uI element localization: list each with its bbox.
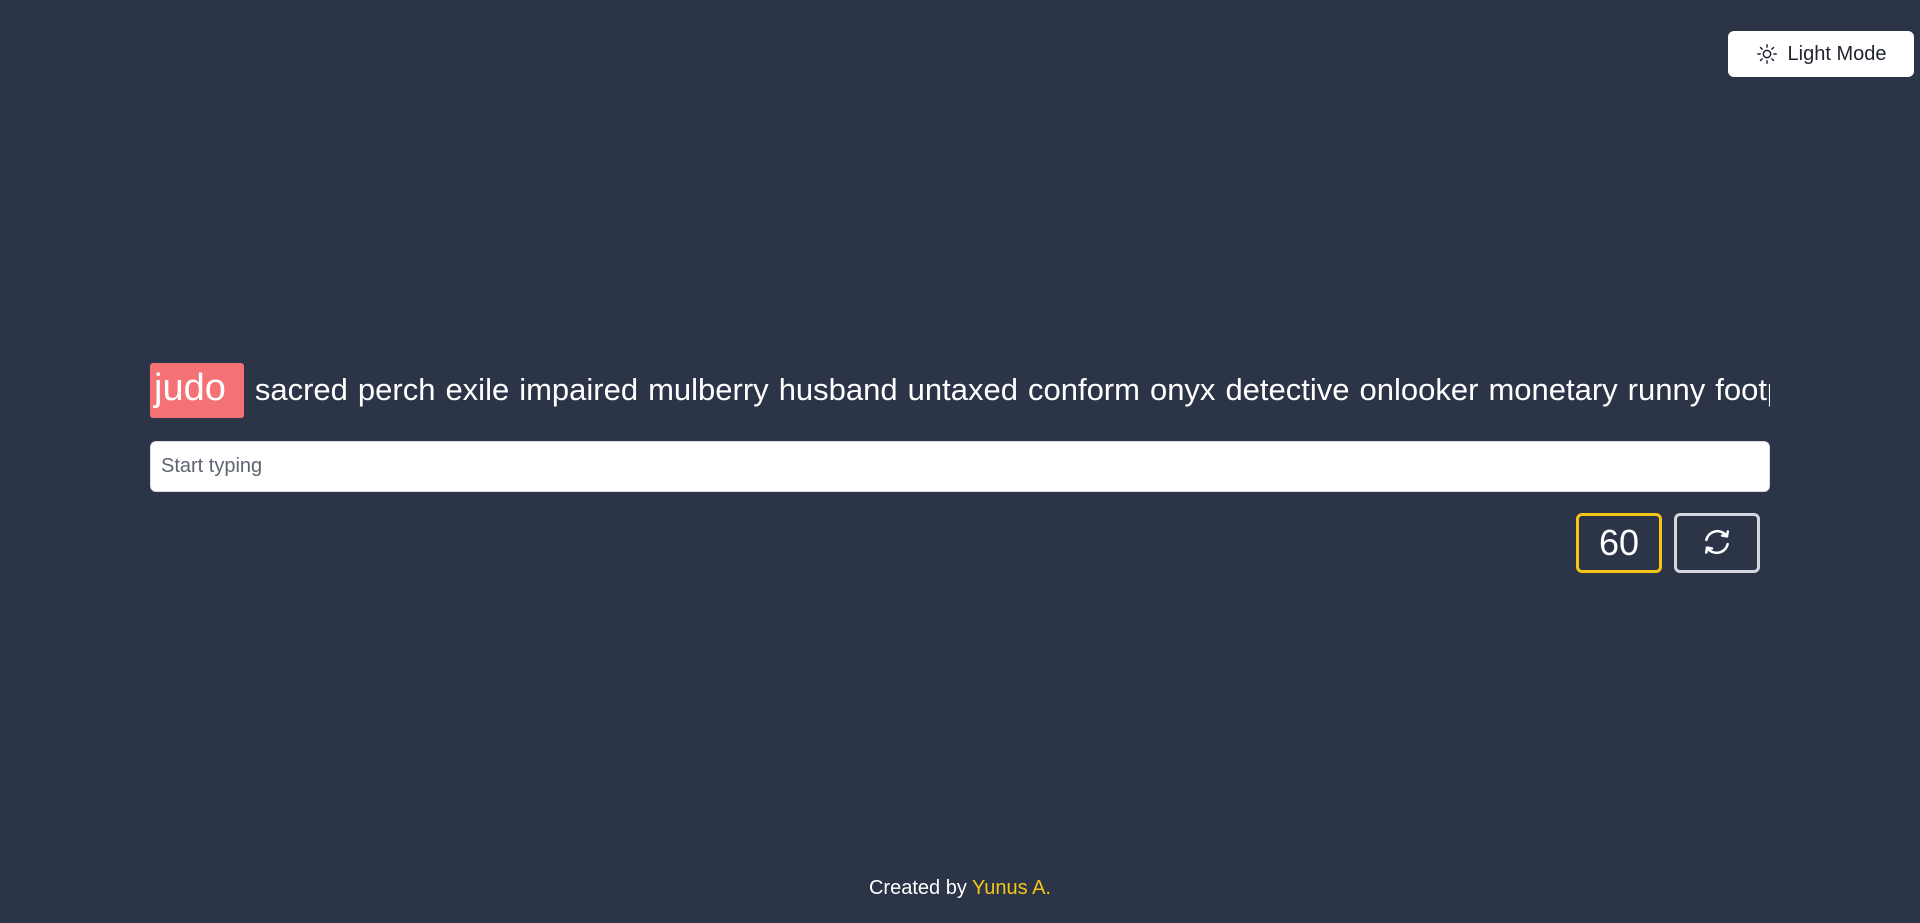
author-link[interactable]: Yunus A. bbox=[972, 877, 1051, 899]
light-mode-toggle-button[interactable]: Light Mode bbox=[1728, 31, 1914, 77]
typing-input[interactable] bbox=[150, 441, 1770, 492]
word: monetary bbox=[1488, 372, 1618, 407]
refresh-button[interactable] bbox=[1674, 513, 1760, 573]
light-mode-label: Light Mode bbox=[1787, 42, 1887, 65]
refresh-icon bbox=[1700, 525, 1734, 562]
word: mulberry bbox=[648, 372, 769, 407]
word: sacred bbox=[254, 372, 348, 407]
word: exile bbox=[445, 372, 510, 407]
countdown-timer: 60 bbox=[1576, 513, 1662, 573]
current-word: judo bbox=[150, 362, 244, 418]
word: untaxed bbox=[907, 372, 1018, 407]
word: husband bbox=[778, 372, 898, 407]
word: footpath bbox=[1715, 372, 1770, 407]
word: impaired bbox=[519, 372, 639, 407]
word: conform bbox=[1027, 372, 1140, 407]
footer-credit-prefix: Created by bbox=[868, 877, 967, 899]
word-list: judo sacred perch exile impaired mulberr… bbox=[150, 360, 1770, 420]
sun-icon bbox=[1756, 43, 1778, 65]
word: onlooker bbox=[1359, 372, 1479, 407]
word: onyx bbox=[1149, 372, 1216, 407]
typing-test-page: Light Mode judo sacred perch exile impai… bbox=[0, 0, 1920, 923]
word: runny bbox=[1627, 372, 1706, 407]
footer: Created by Yunus A. bbox=[0, 877, 1920, 900]
word: perch bbox=[357, 372, 436, 407]
word: detective bbox=[1225, 372, 1350, 407]
